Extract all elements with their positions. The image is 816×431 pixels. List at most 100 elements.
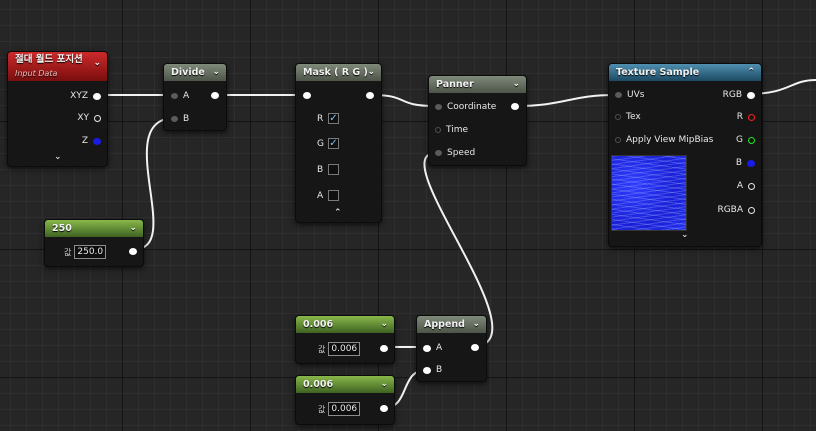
- pin-z[interactable]: Z: [82, 136, 101, 146]
- pin-rgba[interactable]: RGBA: [717, 205, 755, 215]
- input-pin-icon[interactable]: [435, 104, 442, 110]
- pin-r[interactable]: R: [737, 112, 755, 122]
- pin-label: Coordinate: [447, 102, 497, 112]
- pin-a[interactable]: A: [737, 181, 755, 191]
- mask-header[interactable]: Mask ( R G ) ⌄: [296, 64, 381, 81]
- input-pin-icon[interactable]: [615, 114, 621, 120]
- pin-xy[interactable]: XY: [77, 113, 101, 123]
- chevron-down-icon[interactable]: ⌄: [472, 316, 480, 333]
- channel-b-checkbox[interactable]: [328, 164, 339, 175]
- output-pin-icon[interactable]: [380, 405, 388, 412]
- chevron-down-icon[interactable]: ⌄: [93, 56, 101, 70]
- input-pin-icon[interactable]: [435, 150, 442, 156]
- constant-header[interactable]: 0.006 ⌄: [296, 316, 394, 333]
- output-pin-icon[interactable]: [93, 92, 101, 100]
- chevron-down-icon[interactable]: ⌄: [380, 316, 388, 333]
- node-title: Mask ( R G ): [303, 67, 368, 78]
- output-pin-icon[interactable]: [94, 114, 101, 122]
- pin-b[interactable]: B: [736, 158, 755, 168]
- append-header[interactable]: Append ⌄: [417, 316, 486, 333]
- output-pin-icon[interactable]: [747, 91, 755, 99]
- input-pin-icon[interactable]: [303, 92, 311, 99]
- pin-coordinate[interactable]: Coordinate: [435, 102, 496, 112]
- constant-250-node[interactable]: 250 ⌄ 값 250.0: [44, 219, 144, 267]
- pin-label: A: [183, 91, 190, 101]
- constant-a-node[interactable]: 0.006 ⌄ 값 0.006: [295, 315, 395, 364]
- chevron-down-icon[interactable]: ⌄: [54, 152, 62, 162]
- pin-a[interactable]: A: [171, 91, 189, 101]
- pin-label: XYZ: [70, 91, 88, 101]
- mask-node[interactable]: Mask ( R G ) ⌄ R ✓ G ✓ B A ⌃: [295, 63, 382, 223]
- output-pin-icon[interactable]: [748, 113, 755, 121]
- channel-a-label: A: [317, 191, 324, 201]
- pin-label: R: [736, 112, 743, 122]
- output-pin-icon[interactable]: [748, 136, 755, 144]
- output-pin-icon[interactable]: [747, 159, 755, 167]
- pin-g[interactable]: G: [736, 135, 755, 145]
- input-pin-icon[interactable]: [171, 93, 178, 99]
- divide-header[interactable]: Divide ⌄: [164, 64, 226, 81]
- pin-label: Speed: [447, 148, 476, 158]
- panner-node[interactable]: Panner ⌄ Coordinate Time Speed: [428, 75, 527, 166]
- texture-sample-node[interactable]: Texture Sample ⌃ UVs Tex Apply View MipB…: [608, 63, 762, 247]
- texture-sample-header[interactable]: Texture Sample ⌃: [609, 64, 761, 81]
- chevron-down-icon[interactable]: ⌄: [681, 230, 689, 240]
- output-pin-icon[interactable]: [366, 92, 374, 99]
- output-pin-icon[interactable]: [211, 92, 219, 99]
- value-row: 값 250.0: [64, 245, 107, 259]
- pin-rgb[interactable]: RGB: [723, 90, 755, 100]
- pin-xyz[interactable]: XYZ: [70, 91, 101, 101]
- append-node[interactable]: Append ⌄ A B: [416, 315, 487, 382]
- input-pin-icon[interactable]: [171, 116, 178, 122]
- chevron-down-icon[interactable]: ⌄: [367, 64, 375, 81]
- constant-header[interactable]: 0.006 ⌄: [296, 376, 394, 393]
- chevron-down-icon[interactable]: ⌄: [380, 376, 388, 393]
- pin-time[interactable]: Time: [435, 125, 468, 135]
- input-pin-icon[interactable]: [615, 137, 621, 143]
- pin-label: G: [736, 135, 743, 145]
- pin-tex[interactable]: Tex: [615, 112, 641, 122]
- chevron-up-icon[interactable]: ⌃: [747, 64, 755, 81]
- constant-header[interactable]: 250 ⌄: [45, 220, 143, 237]
- input-pin-icon[interactable]: [423, 366, 431, 374]
- pin-label: Tex: [626, 112, 641, 122]
- pin-a[interactable]: A: [423, 343, 442, 353]
- pin-mip-bias[interactable]: Apply View MipBias: [615, 135, 713, 145]
- value-label: 값: [318, 404, 326, 414]
- input-pin-icon[interactable]: [615, 92, 622, 98]
- output-pin-icon[interactable]: [511, 103, 519, 110]
- output-pin-icon[interactable]: [380, 345, 388, 352]
- value-row: 값 0.006: [318, 402, 361, 416]
- input-pin-icon[interactable]: [423, 344, 431, 352]
- pin-label: RGBA: [717, 205, 743, 215]
- pin-label: Time: [446, 125, 469, 135]
- value-field[interactable]: 250.0: [74, 245, 107, 259]
- output-pin-icon[interactable]: [129, 248, 137, 255]
- pin-b[interactable]: B: [423, 365, 442, 375]
- channel-g-checkbox[interactable]: ✓: [328, 138, 339, 149]
- channel-r-checkbox[interactable]: ✓: [328, 113, 339, 124]
- output-pin-icon[interactable]: [93, 137, 101, 145]
- pin-b[interactable]: B: [171, 114, 189, 124]
- output-pin-icon[interactable]: [748, 206, 755, 214]
- constant-b-node[interactable]: 0.006 ⌄ 값 0.006: [295, 375, 395, 425]
- pin-speed[interactable]: Speed: [435, 148, 475, 158]
- pin-uvs[interactable]: UVs: [615, 90, 644, 100]
- channel-a-checkbox[interactable]: [328, 190, 339, 201]
- chevron-up-icon[interactable]: ⌃: [334, 208, 342, 218]
- output-pin-icon[interactable]: [748, 182, 755, 190]
- value-field[interactable]: 0.006: [328, 402, 361, 416]
- output-pin-icon[interactable]: [471, 344, 479, 351]
- texture-preview-image: [611, 155, 687, 231]
- world-position-node[interactable]: 절대 월드 포지션 Input Data ⌄ XYZ XY Z ⌄: [7, 51, 108, 167]
- chevron-down-icon[interactable]: ⌄: [512, 76, 520, 93]
- divide-node[interactable]: Divide ⌄ A B: [163, 63, 227, 131]
- world-position-header[interactable]: 절대 월드 포지션 Input Data ⌄: [8, 52, 107, 81]
- input-pin-icon[interactable]: [435, 127, 441, 133]
- channel-g-label: G: [317, 139, 324, 149]
- panner-header[interactable]: Panner ⌄: [429, 76, 526, 93]
- chevron-down-icon[interactable]: ⌄: [129, 220, 137, 237]
- pin-label: B: [735, 158, 742, 168]
- value-field[interactable]: 0.006: [328, 342, 361, 356]
- chevron-down-icon[interactable]: ⌄: [212, 64, 220, 81]
